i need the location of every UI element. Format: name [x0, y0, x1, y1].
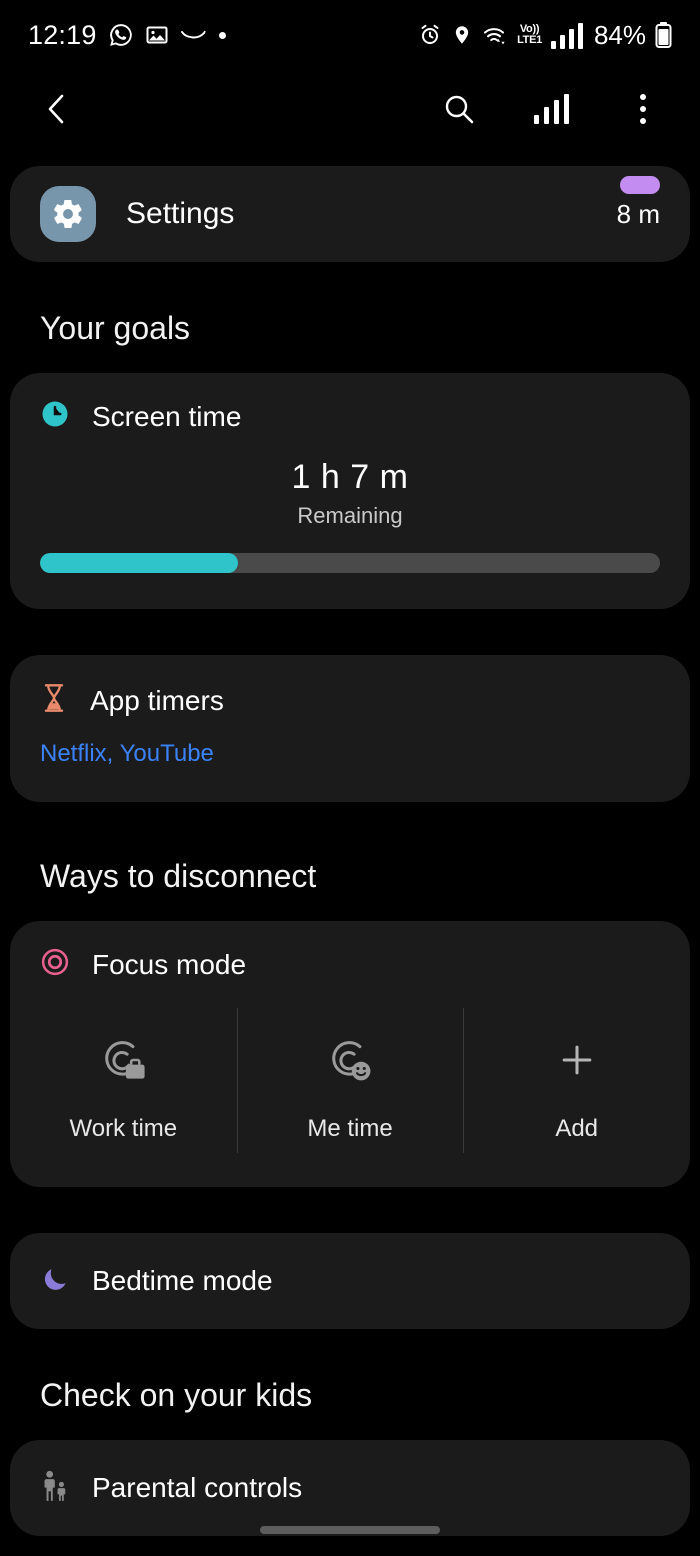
section-title-goals: Your goals	[40, 310, 191, 346]
me-time-focus-icon	[322, 1032, 378, 1093]
status-bar-left: 12:19	[28, 20, 226, 51]
screen-time-header: Screen time	[40, 399, 660, 434]
target-icon	[40, 947, 70, 982]
status-time: 12:19	[28, 19, 97, 50]
focus-option-work-time[interactable]: Work time	[10, 1004, 237, 1157]
settings-app-name: Settings	[126, 197, 235, 230]
screen-time-progress-track	[40, 553, 660, 573]
app-timers-apps[interactable]: Netflix, YouTube	[40, 740, 660, 768]
bedtime-mode-label: Bedtime mode	[92, 1265, 273, 1296]
section-title-kids: Check on your kids	[40, 1377, 313, 1413]
app-timers-card[interactable]: App timers Netflix, YouTube	[10, 655, 690, 802]
focus-mode-card: Focus mode Work time Me time Add	[10, 921, 690, 1187]
work-focus-icon	[95, 1032, 151, 1093]
clock-icon	[40, 399, 70, 434]
bedtime-mode-row[interactable]: Bedtime mode	[10, 1233, 690, 1329]
focus-mode-header[interactable]: Focus mode	[10, 947, 690, 982]
settings-usage-time: 8 m	[616, 198, 660, 229]
location-icon	[451, 23, 473, 47]
status-badge	[620, 176, 660, 194]
parental-controls-label: Parental controls	[92, 1472, 303, 1503]
gallery-icon	[145, 23, 169, 47]
dot-icon	[218, 31, 226, 39]
screen-time-progress-fill	[40, 553, 239, 573]
battery-icon	[655, 21, 672, 49]
screen-time-remaining-label: Remaining	[297, 503, 403, 528]
volte-indicator: Vo)) LTE1	[517, 24, 542, 46]
back-chevron-icon[interactable]	[34, 86, 80, 132]
app-timers-header: App timers	[40, 683, 660, 718]
app-timers-label: App timers	[90, 684, 224, 716]
home-indicator[interactable]	[260, 1526, 440, 1534]
moon-icon	[40, 1264, 70, 1299]
gear-icon	[40, 186, 96, 242]
section-title-disconnect: Ways to disconnect	[40, 858, 317, 894]
focus-mode-label: Focus mode	[92, 948, 247, 980]
screen-time-values: 1 h 7 m Remaining	[40, 458, 660, 529]
amazon-icon	[180, 26, 208, 44]
parent-child-icon	[40, 1470, 70, 1507]
main-content: Settings 8 m Your goals Screen time 1 h …	[0, 166, 700, 1536]
phone-screen: 12:19 Vo)) LTE1 84% Settings 8 m Your go…	[0, 0, 700, 1556]
alarm-icon	[418, 23, 442, 47]
focus-option-label: Me time	[307, 1115, 393, 1142]
parental-controls-row[interactable]: Parental controls	[10, 1440, 690, 1536]
focus-option-add[interactable]: Add	[463, 1004, 690, 1157]
hourglass-icon	[40, 683, 68, 718]
status-bar-right: Vo)) LTE1 84%	[418, 20, 672, 51]
focus-option-label: Add	[555, 1115, 599, 1142]
volte-bottom: LTE1	[517, 34, 542, 46]
wifi-icon	[482, 23, 508, 47]
bar-chart-icon[interactable]	[528, 86, 574, 132]
kebab-dots	[640, 94, 646, 124]
search-icon[interactable]	[436, 86, 482, 132]
focus-option-me-time[interactable]: Me time	[236, 1004, 464, 1157]
settings-app-row[interactable]: Settings 8 m	[10, 166, 690, 262]
action-bar-right	[436, 86, 666, 132]
screen-time-card[interactable]: Screen time 1 h 7 m Remaining	[10, 373, 690, 609]
whatsapp-icon	[108, 22, 134, 48]
status-bar: 12:19 Vo)) LTE1 84%	[0, 0, 700, 70]
battery-percent: 84%	[593, 19, 646, 50]
focus-mode-options: Work time Me time Add	[10, 1004, 690, 1157]
focus-option-label: Work time	[69, 1115, 178, 1142]
screen-time-label: Screen time	[92, 400, 242, 432]
screen-time-remaining-value: 1 h 7 m	[291, 458, 409, 496]
signal-icon	[550, 21, 583, 49]
plus-icon	[549, 1032, 605, 1093]
action-bar	[0, 70, 700, 148]
bar-chart-bars	[533, 94, 569, 124]
more-options-icon[interactable]	[620, 86, 666, 132]
